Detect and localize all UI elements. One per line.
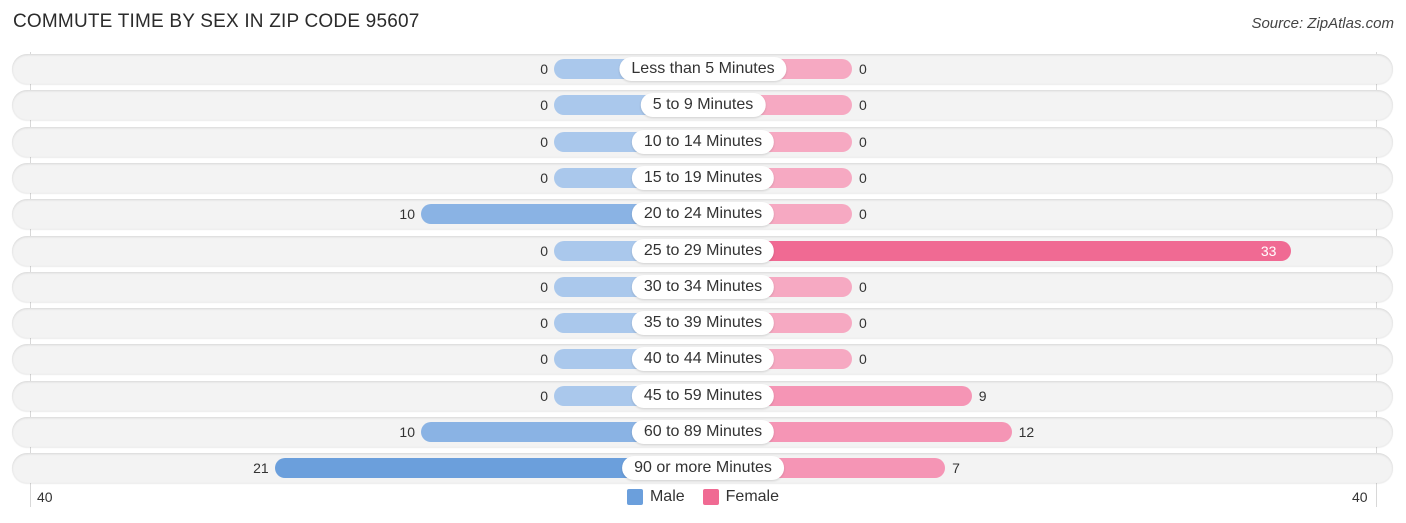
source-label: Source: ZipAtlas.com <box>1251 15 1394 32</box>
female-value-label: 0 <box>859 278 867 295</box>
male-value-label: 0 <box>540 387 548 404</box>
male-value-label: 10 <box>399 206 415 223</box>
legend-label-female: Female <box>725 488 780 505</box>
male-swatch-icon <box>626 489 643 505</box>
legend-label-male: Male <box>649 488 685 505</box>
category-label: 15 to 19 Minutes <box>631 165 775 190</box>
category-label: Less than 5 Minutes <box>619 57 787 81</box>
male-value-label: 0 <box>540 169 548 186</box>
male-value-label: 0 <box>540 97 548 114</box>
female-value-label: 33 <box>1260 242 1277 259</box>
legend: Male Female <box>0 488 1406 506</box>
female-value-label: 7 <box>952 460 960 477</box>
female-value-label: 0 <box>859 351 867 368</box>
category-label: 30 to 34 Minutes <box>631 274 775 299</box>
female-value-label: 9 <box>978 387 987 404</box>
category-label: 25 to 29 Minutes <box>631 238 775 263</box>
category-label: 45 to 59 Minutes <box>631 383 775 408</box>
category-label: 40 to 44 Minutes <box>631 347 775 372</box>
chart-title: COMMUTE TIME BY SEX IN ZIP CODE 95607 <box>13 11 420 32</box>
legend-item-male[interactable]: Male <box>626 488 685 506</box>
category-label: 90 or more Minutes <box>622 456 784 481</box>
female-value-label: 0 <box>859 315 867 332</box>
female-value-label: 0 <box>859 61 867 77</box>
category-label: 10 to 14 Minutes <box>631 129 775 154</box>
female-value-label: 12 <box>1018 424 1035 440</box>
male-value-label: 0 <box>540 133 548 150</box>
category-label: 5 to 9 Minutes <box>640 93 766 118</box>
male-value-label: 0 <box>540 242 548 259</box>
female-value-label: 0 <box>859 97 867 114</box>
legend-item-female[interactable]: Female <box>702 488 780 506</box>
male-value-label: 0 <box>540 315 548 332</box>
female-value-label: 0 <box>859 133 867 150</box>
female-swatch-icon <box>702 489 719 505</box>
category-label: 60 to 89 Minutes <box>631 420 775 444</box>
female-value-label: 0 <box>859 206 867 223</box>
female-value-label: 0 <box>859 169 867 186</box>
male-value-label: 0 <box>540 351 548 368</box>
female-bar[interactable] <box>703 240 1291 261</box>
category-label: 35 to 39 Minutes <box>631 311 775 336</box>
category-label: 20 to 24 Minutes <box>631 202 775 227</box>
male-value-label: 0 <box>540 278 548 295</box>
male-value-label: 10 <box>399 424 415 440</box>
male-value-label: 21 <box>253 460 269 477</box>
male-value-label: 0 <box>540 61 548 77</box>
